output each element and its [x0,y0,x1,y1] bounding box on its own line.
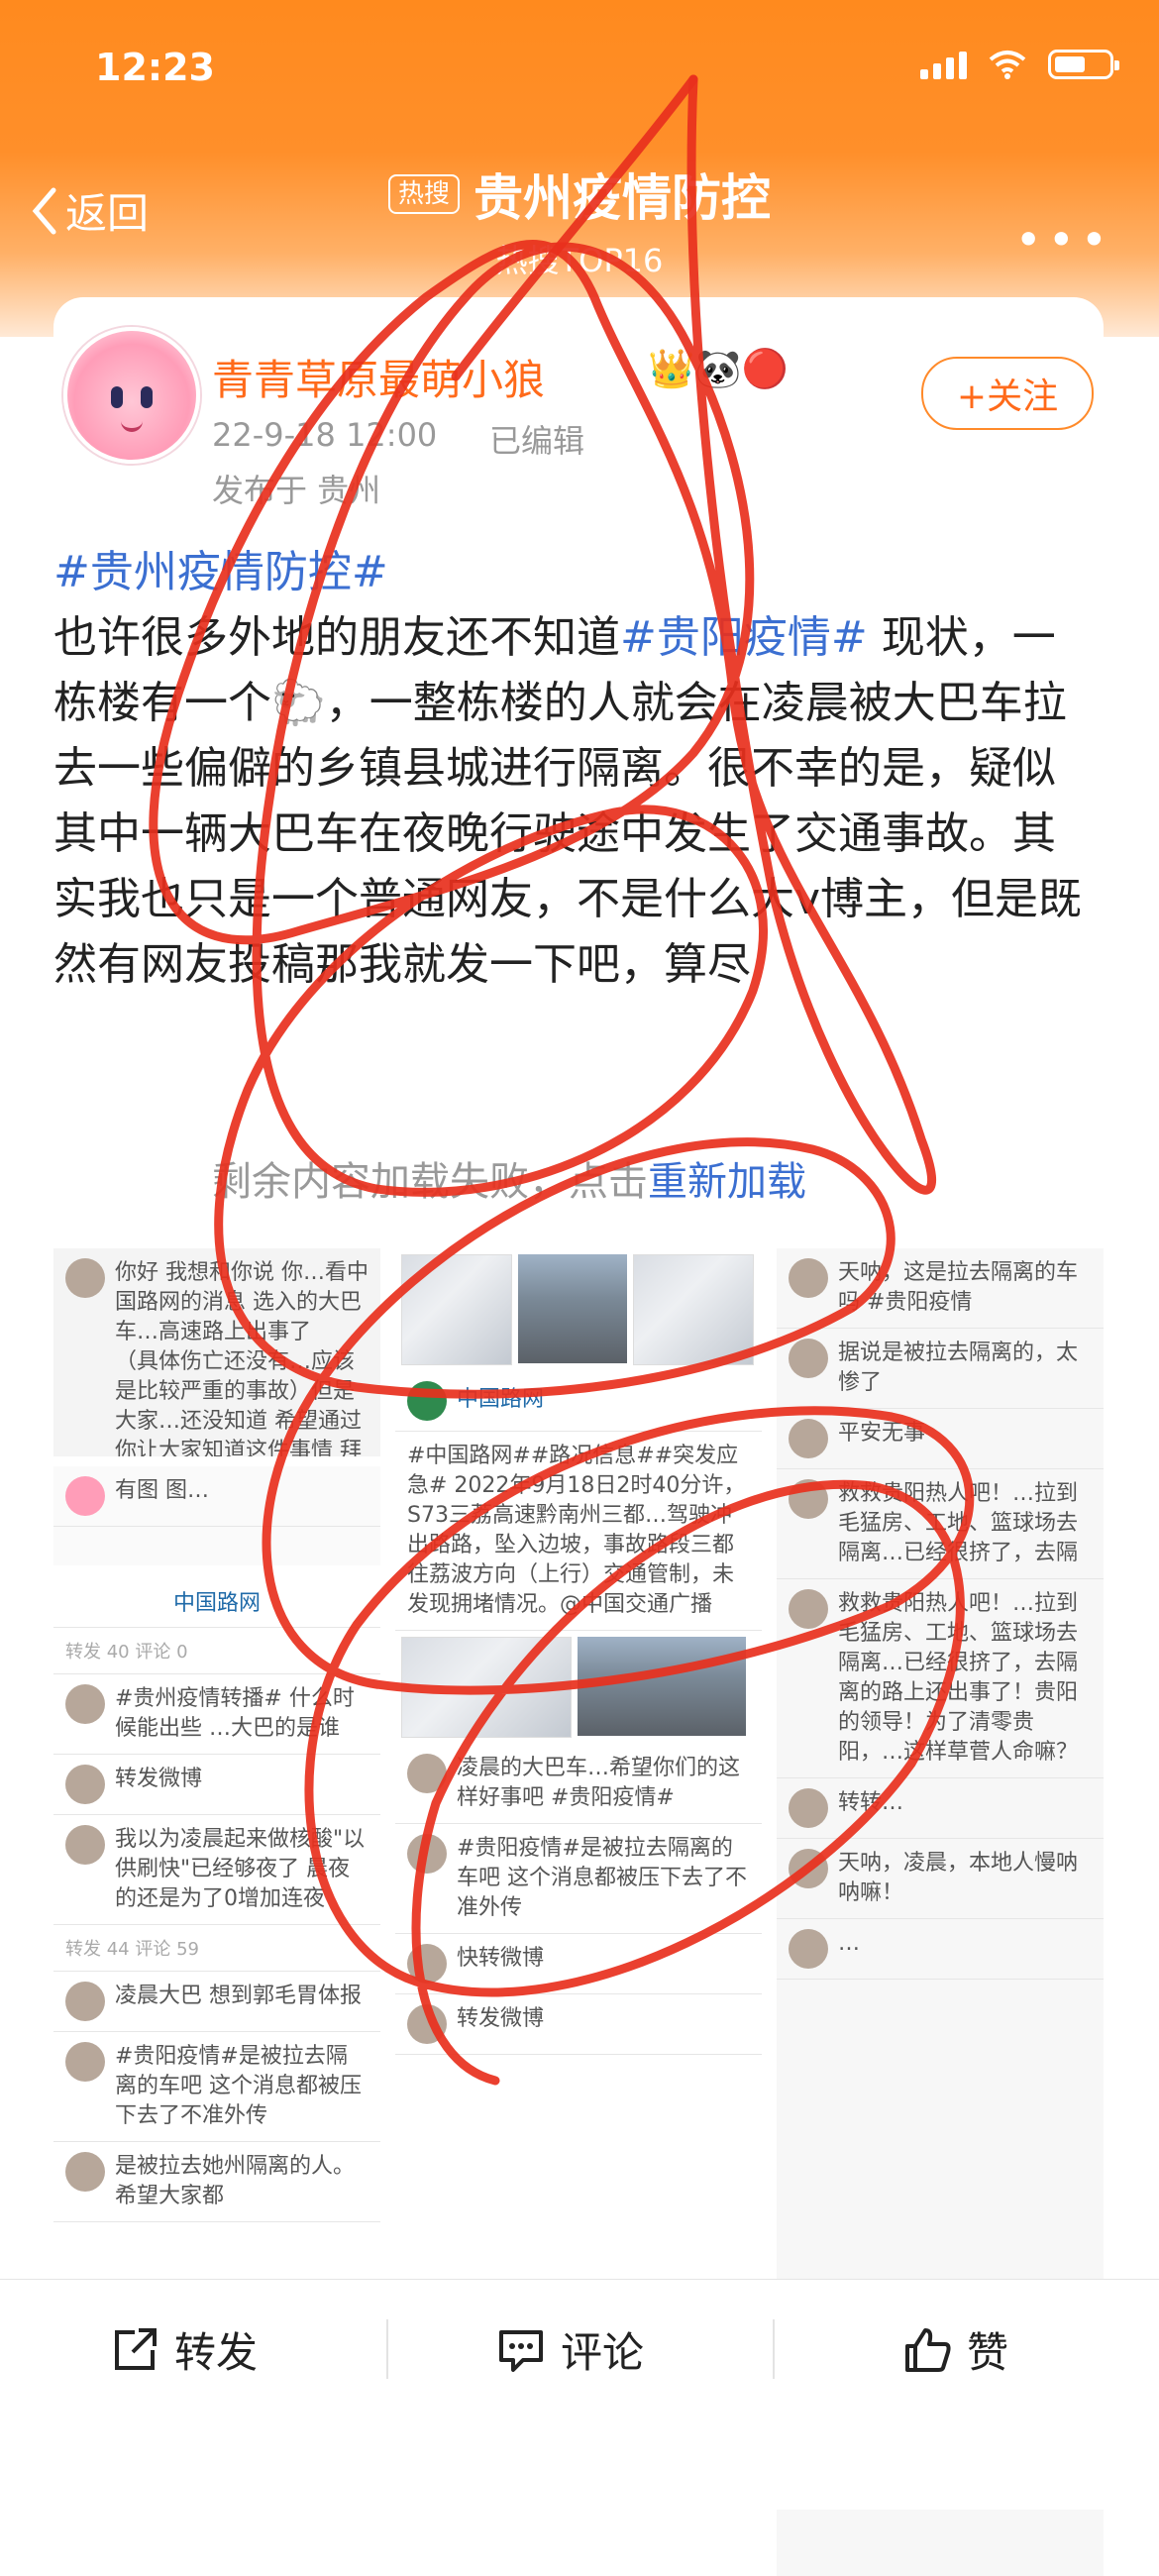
avatar [407,1834,447,1874]
collage-text: … [838,1931,860,1956]
road-image [518,1254,627,1363]
status-time: 12:23 [95,46,215,89]
follow-button[interactable]: +关注 [921,357,1094,430]
map-image [401,1254,512,1365]
nav-title-block: 热搜 贵州疫情防控 热搜TOP16 [0,159,1159,281]
collage-text: 转转… [838,1790,904,1815]
avatar [65,1765,105,1804]
collage-text: #贵州疫情转播# 什么时候能出些 …大巴的是谁 [115,1686,355,1741]
avatar [789,1589,828,1629]
collage-text: 凌晨的大巴车…希望你们的这样好事吧 #贵阳疫情# [457,1756,741,1810]
toolbar-divider [773,2319,775,2379]
post-location: 发布于 贵州 [212,472,381,509]
collage-text: （具体伤亡还没有…应该是比较严重的事故）但是大家…还没知道 希望通过你让大家知道… [115,1349,362,1456]
signal-icon [920,50,967,79]
avatar [65,1258,105,1298]
collage-text: 天呐，这是拉去隔离的车吗 #贵阳疫情 [838,1260,1079,1315]
like-label: 赞 [967,2328,1009,2377]
username[interactable]: 青青草原最萌小狼 [212,347,545,407]
avatar [407,2004,447,2044]
avatar [407,1754,447,1793]
toolbar-divider [386,2319,388,2379]
comment-label: 评论 [561,2328,645,2377]
collage-text: 有图 图… [115,1478,209,1503]
share-icon [115,2327,157,2370]
repost-label: 转发 [174,2328,259,2377]
collage-text: 救救贵阳热人吧！…拉到毛猛房、工地、篮球场去隔离…已经很挤了，去隔 [838,1481,1079,1565]
reload-link[interactable]: 重新加载 [648,1159,806,1205]
avatar [789,1788,828,1828]
avatar [789,1849,828,1888]
post-text-1: 也许很多外地的朋友还不知道 [53,612,620,663]
hashtag-inline[interactable]: #贵阳疫情# [620,612,868,663]
post-time: 22-9-18 12:00 [212,416,438,454]
avatar [65,1825,105,1865]
avatar [789,1419,828,1458]
more-icon[interactable]: ••• [1015,213,1113,267]
collage-text: 转发微博 [115,1767,203,1791]
post-text-2: 现状，一栋楼有一个🐑，一整栋楼的人就会在凌晨被大巴车拉去一些偏僻的乡镇县城进行隔… [53,612,1083,990]
collage-text: 我以为凌晨起来做核酸"以供刷快"已经够夜了 晨夜的还是为了0增加连夜 [115,1827,366,1911]
status-icons [920,50,1119,79]
collage-text: 转发微博 [457,2006,545,2031]
comment-button[interactable]: 评论 [495,2319,644,2380]
collage-text: 你好 我想和你说 你…看中国路网的消息 选入的大巴车…高速路上出事了 [115,1260,369,1344]
post-edited: 已编辑 [489,422,585,460]
collage-source: 中国路网 [172,1591,261,1616]
avatar [789,1479,828,1519]
avatar [65,1982,105,2021]
collage-panel-left-mid: 有图 图… [53,1466,380,1565]
user-badges-icon: 👑🐼🔴 [648,347,789,390]
page-title: 贵州疫情防控 [474,169,771,227]
avatar [65,2042,105,2082]
post-body: #贵州疫情防控# 也许很多外地的朋友还不知道#贵阳疫情# 现状，一栋楼有一个🐑，… [53,540,1084,998]
collage-text: #中国路网##路况信息##突发应急# 2022年9月18日2时40分许，S73三… [407,1444,746,1617]
avatar [65,1476,105,1516]
post-card: 青青草原最萌小狼 👑🐼🔴 22-9-18 12:00 已编辑 发布于 贵州 +关… [53,297,1104,2576]
collage-tabs: 转发 44 评论 59 [65,1939,199,1960]
repost-button[interactable]: 转发 [109,2319,258,2380]
load-failed-notice: 剩余内容加载失败，点击重新加载 [212,1149,806,1207]
map-image [633,1254,754,1365]
avatar [789,1929,828,1969]
road-image [578,1637,746,1736]
hashtag-main[interactable]: #贵州疫情防控# [53,547,388,597]
wifi-icon [989,51,1026,79]
avatar [65,1684,105,1724]
avatar [407,1381,447,1421]
hot-search-badge: 热搜 [387,174,460,214]
comment-icon [499,2329,543,2372]
collage-text: 据说是被拉去隔离的，太惨了 [838,1341,1079,1395]
collage-text: 救救贵阳热人吧！…拉到毛猛房、工地、篮球场去隔离…已经很挤了，去隔离的路上还出事… [838,1591,1079,1765]
collage-panel-left-top: 你好 我想和你说 你…看中国路网的消息 选入的大巴车…高速路上出事了 （具体伤亡… [53,1248,380,1456]
avatar [407,1944,447,1984]
collage-text: 快转微博 [457,1946,545,1971]
collage-text: #贵阳疫情#是被拉去隔离的车吧 这个消息都被压下去了不准外传 [457,1836,747,1920]
collage-source: 中国路网 [457,1387,545,1412]
avatar[interactable] [63,327,200,464]
collage-tabs: 转发 40 评论 0 [65,1642,188,1663]
bottom-toolbar: 转发 评论 赞 [0,2279,1159,2510]
collage-text: 平安无事 [838,1421,926,1446]
collage-text: 天呐，凌晨，本地人慢呐呐嘛！ [838,1851,1079,1905]
collage-text: #贵阳疫情#是被拉去隔离的车吧 这个消息都被压下去了不准外传 [115,2044,362,2128]
thumbs-up-icon [905,2327,951,2372]
avatar [789,1339,828,1378]
battery-icon [1048,50,1119,79]
like-button[interactable]: 赞 [901,2319,1008,2380]
collage-text: 凌晨大巴 想到郭毛胃体报 [115,1984,362,2008]
map-image [401,1637,572,1738]
load-failed-text: 剩余内容加载失败，点击 [212,1159,648,1205]
page-subtitle: 热搜TOP16 [495,242,664,279]
avatar [65,2152,105,2192]
collage-text: 是被拉去她州隔离的人。希望大家都 [115,2154,356,2208]
header: 12:23 返回 热搜 贵州疫情防控 热搜TOP16 ••• [0,0,1159,337]
avatar [789,1258,828,1298]
